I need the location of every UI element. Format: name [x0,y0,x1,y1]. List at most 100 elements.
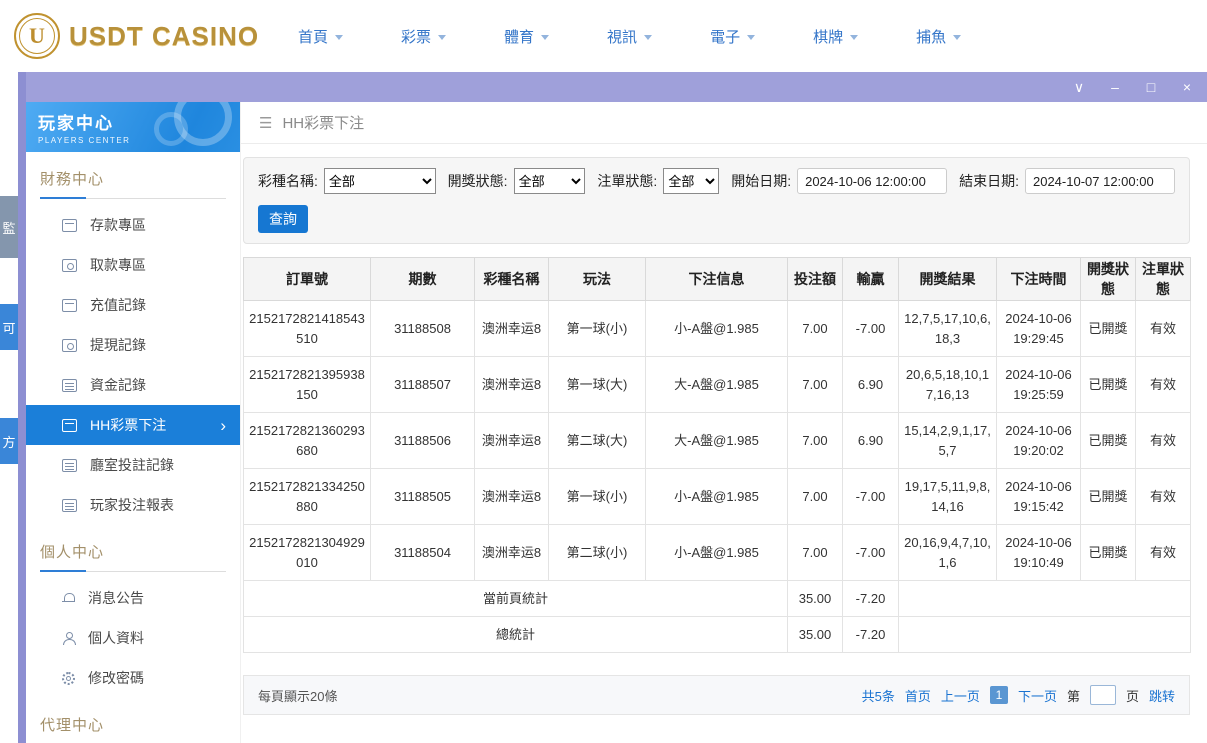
sidebar-item-funds-records[interactable]: 資金記錄 [26,365,240,405]
withdrawal-records-icon [62,338,77,352]
bets-table: 訂單號 期數 彩種名稱 玩法 下注信息 投注額 輸贏 開獎結果 下注時間 開獎狀… [243,257,1191,653]
nav-label: 捕魚 [916,28,947,46]
header-bet-amount: 投注額 [787,257,843,301]
section-divider [40,197,226,199]
finance-menu: 存款專區 取款專區 充值記錄 提現記錄 資金記錄 HH彩票下注 › 廳室投註記錄 … [26,205,240,525]
header-draw-result: 開獎結果 [898,257,997,301]
sidebar-item-change-password[interactable]: 修改密碼 [26,658,240,698]
cell-bet-time: 2024-10-06 19:29:45 [996,300,1081,357]
lottery-select[interactable]: 全部 [323,168,436,194]
nav-item-fishing[interactable]: 捕魚 [916,26,962,47]
menu-label: HH彩票下注 [90,417,167,433]
header-play: 玩法 [548,257,646,301]
nav-label: 體育 [504,28,535,46]
edge-widget-tile[interactable]: 方 [0,418,18,464]
draw-status-select[interactable]: 全部 [513,168,586,194]
room-bet-records-icon [62,458,77,472]
chevron-right-icon: › [220,415,226,435]
nav-item-lottery[interactable]: 彩票 [401,26,447,47]
jump-link[interactable]: 跳转 [1149,686,1175,705]
cell-draw-status: 已開獎 [1080,524,1136,581]
cell-bet-info: 大-A盤@1.985 [645,412,788,469]
chevron-down-icon [850,34,859,44]
sidebar-item-room-bet-records[interactable]: 廳室投註記錄 [26,445,240,485]
start-date-label: 開始日期: [731,173,792,189]
chevron-down-icon [644,34,653,44]
cell-draw-result: 15,14,2,9,1,17,5,7 [898,412,997,469]
window-maximize-icon[interactable]: □ [1143,80,1159,94]
hamburger-icon[interactable]: ☰ [259,114,272,132]
sidebar-item-profile[interactable]: 個人資料 [26,618,240,658]
header-order-status: 注單狀態 [1135,257,1191,301]
cell-lottery: 澳洲幸运8 [474,356,549,413]
window-minimize-icon[interactable]: – [1107,80,1123,94]
table-row: 2152172821418543510 31188508 澳洲幸运8 第一球(小… [243,300,1191,357]
cell-play: 第一球(大) [548,356,646,413]
nav-item-live[interactable]: 視訊 [607,26,653,47]
cell-order-id: 2152172821334250880 [243,468,371,525]
total-summary-row: 總統計 35.00 -7.20 [243,616,1191,653]
sidebar-item-player-bet-report[interactable]: 玩家投注報表 [26,485,240,525]
nav-item-home[interactable]: 首頁 [298,26,344,47]
search-button[interactable]: 查詢 [258,205,308,233]
lottery-bets-icon [62,418,77,432]
section-agent: 代理中心 [26,698,240,743]
nav-item-cards[interactable]: 棋牌 [813,26,859,47]
cell-order-status: 有效 [1135,356,1191,413]
first-page-link[interactable]: 首页 [905,686,931,705]
cell-draw-result: 20,16,9,4,7,10,1,6 [898,524,997,581]
total-summary-bet-amount: 35.00 [787,616,843,653]
cell-bet-time: 2024-10-06 19:20:02 [996,412,1081,469]
table-row: 2152172821360293680 31188506 澳洲幸运8 第二球(大… [243,412,1191,469]
logo-icon: U [14,13,60,59]
cell-order-id: 2152172821395938150 [243,356,371,413]
nav-label: 首頁 [298,28,329,46]
menu-label: 廳室投註記錄 [90,457,174,473]
total-summary-label: 總統計 [243,616,788,653]
window-collapse-icon[interactable]: ∨ [1071,80,1087,94]
header-bet-time: 下注時間 [996,257,1081,301]
end-date-input[interactable] [1024,168,1175,194]
chevron-down-icon [953,34,962,44]
menu-label: 玩家投注報表 [90,497,174,513]
cell-bet-info: 小-A盤@1.985 [645,300,788,357]
window-titlebar: ∨ – □ × [26,72,1207,102]
edge-widget: 監 可 方 [0,196,18,464]
page-prefix-label: 第 [1066,688,1080,704]
nav-item-sports[interactable]: 體育 [504,26,550,47]
next-page-link[interactable]: 下一页 [1018,686,1057,705]
sidebar-item-deposit[interactable]: 存款專區 [26,205,240,245]
sidebar-subtitle: PLAYERS CENTER [38,136,131,145]
current-page-indicator[interactable]: 1 [989,686,1008,704]
chevron-down-icon [747,34,756,44]
edge-widget-tile[interactable]: 監 [0,196,18,258]
start-date-input[interactable] [797,168,948,194]
nav-item-slots[interactable]: 電子 [710,26,756,47]
menu-label: 消息公告 [88,590,144,606]
person-icon [62,631,76,645]
sidebar-item-withdrawal-records[interactable]: 提現記錄 [26,325,240,365]
order-status-select[interactable]: 全部 [663,168,720,194]
cell-order-status: 有效 [1135,412,1191,469]
sidebar-item-announcements[interactable]: 消息公告 [26,578,240,618]
filter-panel: 彩種名稱: 全部 開獎狀態: 全部 注單狀態: 全部 開始日期: 結束日期: 查… [243,157,1190,244]
site-header: U USDT CASINO 首頁 彩票 體育 視訊 電子 棋牌 捕魚 [0,0,1207,72]
window-close-icon[interactable]: × [1179,80,1195,94]
site-logo[interactable]: U USDT CASINO [14,13,258,59]
cell-draw-status: 已開獎 [1080,356,1136,413]
edge-widget-tile[interactable]: 可 [0,304,18,350]
cell-win-loss: 6.90 [842,356,899,413]
header-order-id: 訂單號 [243,257,371,301]
sidebar-item-recharge-records[interactable]: 充值記錄 [26,285,240,325]
page-jump-input[interactable] [1089,685,1116,705]
order-status-filter-label: 注單狀態: [597,173,658,189]
player-bet-report-icon [62,498,77,512]
total-count-label: 共5条 [861,688,895,704]
logo-letter: U [29,23,45,48]
cell-lottery: 澳洲幸运8 [474,412,549,469]
header-lottery: 彩種名稱 [474,257,549,301]
cell-bet-info: 小-A盤@1.985 [645,524,788,581]
prev-page-link[interactable]: 上一页 [941,686,980,705]
sidebar-item-withdraw[interactable]: 取款專區 [26,245,240,285]
sidebar-item-hh-lottery-bets[interactable]: HH彩票下注 › [26,405,240,445]
